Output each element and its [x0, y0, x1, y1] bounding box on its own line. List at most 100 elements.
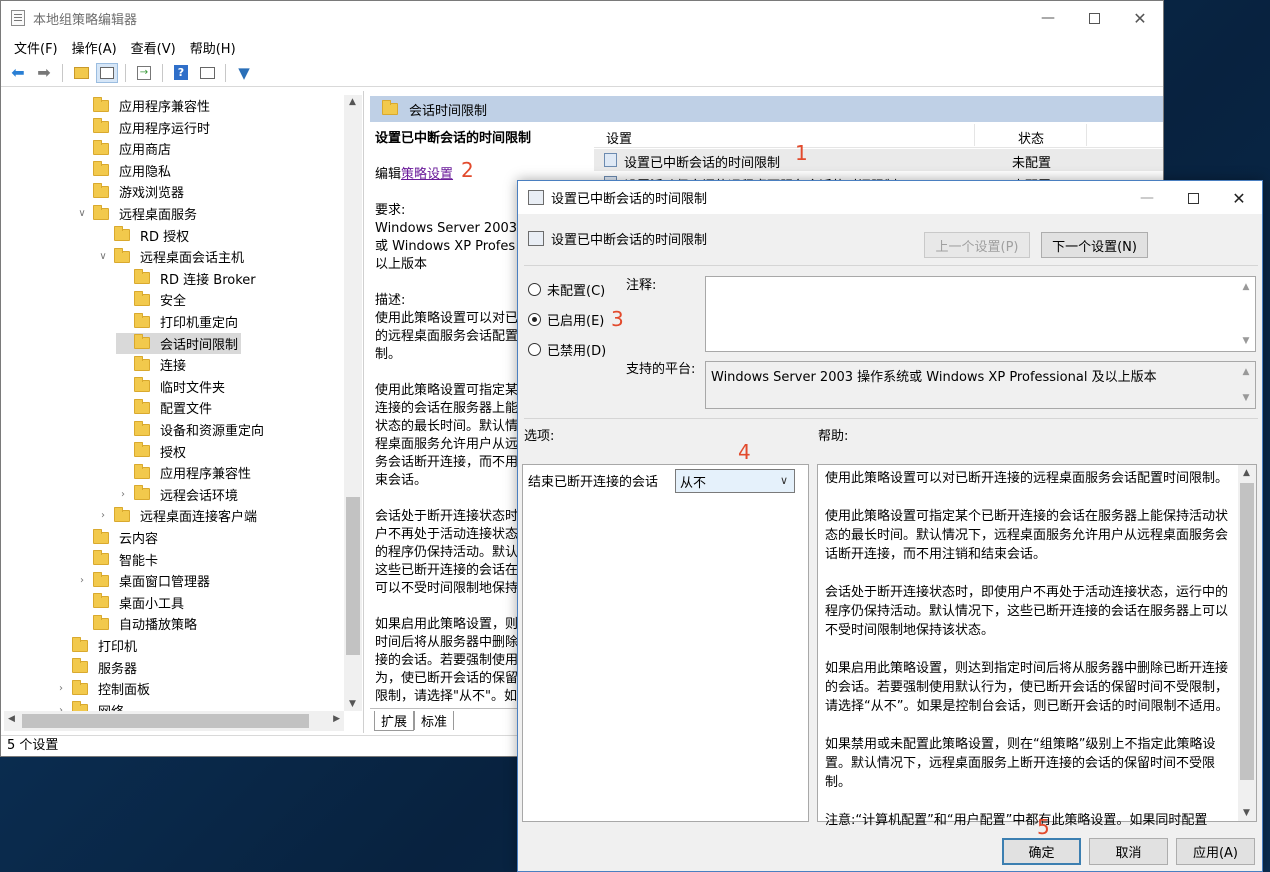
apply-button[interactable]: 应用(A) [1176, 838, 1255, 865]
tab-standard[interactable]: 标准 [414, 711, 455, 730]
scroll-down-icon[interactable]: ▼ [1238, 333, 1254, 349]
tree-item[interactable]: 服务器 [54, 657, 140, 678]
dialog-maximize-button[interactable] [1170, 181, 1216, 215]
title-bar[interactable]: 本地组策略编辑器 — ✕ [1, 1, 1163, 35]
back-button[interactable]: ⬅ [7, 63, 29, 83]
tree-item-label: 打印机 [98, 640, 138, 655]
list-row[interactable]: 设置已中断会话的时间限制 未配置 [594, 149, 1163, 171]
scroll-down-icon[interactable]: ▼ [1238, 390, 1254, 406]
properties-button[interactable] [196, 63, 218, 83]
scroll-down-icon[interactable]: ▼ [349, 699, 356, 709]
tree-item[interactable]: 授权 [116, 441, 189, 462]
scroll-right-icon[interactable]: ▶ [333, 714, 340, 724]
tree-item[interactable]: 应用商店 [75, 138, 174, 159]
tree-item-label: 打印机重定向 [160, 316, 239, 331]
comment-textarea[interactable]: ▲ ▼ [705, 276, 1256, 352]
cancel-button[interactable]: 取消 [1089, 838, 1168, 865]
tree-item[interactable]: › 控制面板 [54, 678, 153, 699]
minimize-button[interactable]: — [1025, 1, 1071, 35]
tree-item[interactable]: › 远程桌面连接客户端 [96, 505, 260, 526]
chevron-right-icon[interactable]: › [96, 510, 110, 521]
tree-horizontal-scrollbar[interactable]: ◀ ▶ [4, 711, 344, 731]
chevron-down-icon[interactable]: ∨ [75, 208, 89, 219]
close-icon: ✕ [1133, 8, 1147, 28]
tree-item[interactable]: › 桌面窗口管理器 [75, 570, 213, 591]
radio-not-configured[interactable]: 未配置(C) [528, 280, 605, 299]
export-list-button[interactable]: → [133, 63, 155, 83]
tree-scroll-thumb[interactable] [346, 497, 360, 655]
tree-item[interactable]: ∨ 远程桌面服务 [75, 203, 200, 224]
chevron-right-icon[interactable]: › [116, 489, 130, 500]
tree-item[interactable]: 应用程序运行时 [75, 117, 213, 138]
tree-item[interactable]: 应用隐私 [75, 160, 174, 181]
dialog-title-bar[interactable]: 设置已中断会话的时间限制 — ✕ [518, 181, 1262, 214]
edit-policy-link[interactable]: 策略设置 [401, 167, 453, 182]
menu-help[interactable]: 帮助(H) [183, 38, 243, 57]
tree-item-label: 远程桌面会话主机 [140, 251, 245, 267]
scroll-up-icon[interactable]: ▲ [1243, 468, 1250, 478]
up-level-button[interactable] [70, 63, 92, 83]
radio-disabled[interactable]: 已禁用(D) [528, 340, 606, 359]
folder-icon [134, 442, 150, 458]
chevron-right-icon[interactable]: › [75, 575, 89, 586]
scroll-left-icon[interactable]: ◀ [8, 714, 15, 724]
dialog-title: 设置已中断会话的时间限制 [551, 192, 708, 207]
tree-item[interactable]: 游戏浏览器 [75, 181, 187, 202]
col-setting[interactable]: 设置 [606, 128, 632, 147]
dialog-close-button[interactable]: ✕ [1216, 181, 1262, 215]
scroll-up-icon[interactable]: ▲ [1238, 279, 1254, 295]
tree-item[interactable]: RD 连接 Broker [116, 268, 259, 289]
scroll-down-icon[interactable]: ▼ [1243, 808, 1250, 818]
col-state[interactable]: 状态 [1018, 128, 1044, 147]
tree-item[interactable]: ∨ 远程桌面会话主机 [96, 246, 247, 267]
step-marker-2: 2 [461, 158, 474, 182]
menu-file[interactable]: 文件(F) [7, 38, 65, 57]
tree-vertical-scrollbar[interactable]: ▲ ▼ [344, 95, 362, 711]
show-hide-tree-button[interactable] [96, 62, 118, 83]
help-scrollbar[interactable]: ▲ ▼ [1238, 465, 1256, 821]
menu-view[interactable]: 查看(V) [124, 38, 183, 57]
tree-item[interactable]: 应用程序兼容性 [75, 95, 213, 116]
tree-item[interactable]: 临时文件夹 [116, 376, 228, 397]
folder-icon [134, 312, 150, 328]
tree-item-label: 服务器 [98, 661, 138, 677]
scroll-up-icon[interactable]: ▲ [1238, 364, 1254, 380]
radio-circle [528, 283, 541, 296]
tree-item[interactable]: 云内容 [75, 527, 161, 548]
tree-item[interactable]: 打印机 [54, 635, 140, 656]
tree-item-label: 桌面窗口管理器 [119, 575, 211, 591]
forward-button[interactable]: ➡ [33, 63, 55, 83]
help-scroll-thumb[interactable] [1240, 483, 1254, 780]
tree-item[interactable]: 桌面小工具 [75, 592, 187, 613]
tree-item[interactable]: › 远程会话环境 [116, 484, 241, 505]
tree-item[interactable]: RD 授权 [96, 225, 192, 246]
tree-item[interactable]: 智能卡 [75, 549, 161, 570]
filter-button[interactable]: ▼ [233, 63, 255, 83]
disconnect-timeout-select[interactable]: 从不 ∨ [675, 469, 795, 493]
menu-action[interactable]: 操作(A) [65, 38, 124, 57]
maximize-button[interactable] [1071, 1, 1117, 35]
tree-item[interactable]: 连接 [116, 354, 189, 375]
tree-item-label: 控制面板 [98, 683, 151, 699]
chevron-right-icon[interactable]: › [54, 683, 68, 694]
tree-item[interactable]: 配置文件 [116, 397, 215, 418]
tree-item-label: RD 授权 [140, 229, 190, 245]
tree-hscroll-thumb[interactable] [22, 714, 309, 728]
tree-item[interactable]: 设备和资源重定向 [116, 419, 267, 440]
previous-setting-button[interactable]: 上一个设置(P) [924, 232, 1030, 258]
chevron-down-icon[interactable]: ∨ [96, 251, 110, 262]
tree-item[interactable]: 自动播放策略 [75, 613, 200, 634]
radio-enabled[interactable]: 已启用(E) [528, 310, 604, 329]
ok-button[interactable]: 确定 [1002, 838, 1081, 865]
scroll-up-icon[interactable]: ▲ [349, 97, 356, 107]
next-setting-button[interactable]: 下一个设置(N) [1041, 232, 1148, 258]
close-button[interactable]: ✕ [1117, 1, 1163, 35]
dialog-minimize-button[interactable]: — [1124, 181, 1170, 215]
tree-item[interactable]: 会话时间限制 [116, 332, 242, 354]
tab-extended[interactable]: 扩展 [374, 711, 415, 731]
tree-item[interactable]: 安全 [116, 289, 189, 310]
tree-item[interactable]: 打印机重定向 [116, 311, 241, 332]
tree-item[interactable]: 应用程序兼容性 [116, 462, 254, 483]
help-button[interactable]: ? [170, 63, 192, 83]
radio-circle [528, 313, 541, 326]
